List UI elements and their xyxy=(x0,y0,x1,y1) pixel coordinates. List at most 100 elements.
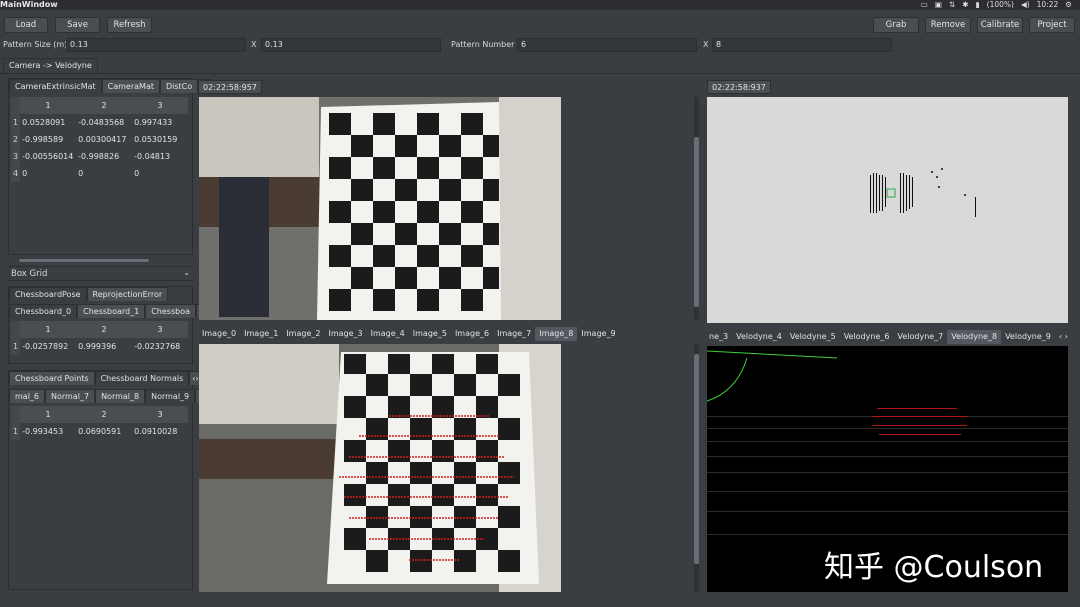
battery-icon[interactable]: ▮ xyxy=(976,0,980,10)
table-cell[interactable]: 0.0910028 xyxy=(132,423,188,440)
tab-normal-9[interactable]: Normal_9 xyxy=(145,389,196,403)
tab-image-2[interactable]: Image_2 xyxy=(282,327,324,341)
tab-camera-velodyne[interactable]: Camera -> Velodyne xyxy=(3,58,98,73)
row-header[interactable]: 4 xyxy=(11,165,21,182)
tab-reprojection-error[interactable]: ReprojectionError xyxy=(86,287,169,301)
corner-cell xyxy=(11,321,21,338)
row-header[interactable]: 1 xyxy=(11,423,21,440)
table-cell[interactable]: -0.04813 xyxy=(132,148,188,165)
tab-velodyne-6[interactable]: Velodyne_6 xyxy=(840,330,894,344)
scrollbar-thumb[interactable] xyxy=(694,354,699,564)
pattern-number-width-input[interactable]: 6 xyxy=(517,38,697,52)
save-button[interactable]: Save xyxy=(55,17,100,33)
tab-chessboard-0[interactable]: Chessboard_0 xyxy=(9,304,78,318)
table-row: 3 -0.00556014 -0.998826 -0.04813 xyxy=(11,148,188,165)
tab-normal-8[interactable]: Normal_8 xyxy=(95,389,146,403)
system-tray: ▭ ▣ ⇅ ✱ ▮ (100%) ◀) 10:22 ⚙ xyxy=(921,0,1072,10)
tab-camera-extrinsic-mat[interactable]: CameraExtrinsicMat xyxy=(9,79,102,93)
table-cell[interactable]: 0.0528091 xyxy=(20,114,76,131)
row-header[interactable]: 1 xyxy=(11,338,21,355)
table-cell[interactable]: -0.998589 xyxy=(20,131,76,148)
column-header[interactable]: 2 xyxy=(76,406,133,423)
table-cell[interactable]: 0 xyxy=(20,165,76,182)
tab-camera-mat[interactable]: CameraMat xyxy=(101,79,160,93)
table-cell[interactable]: -0.0232768 xyxy=(132,338,188,355)
camera-vertical-scrollbar[interactable] xyxy=(694,97,699,320)
column-header[interactable]: 2 xyxy=(76,321,133,338)
project-button[interactable]: Project xyxy=(1029,17,1075,33)
column-header[interactable]: 2 xyxy=(76,97,133,114)
column-header[interactable]: 1 xyxy=(20,406,77,423)
transfer-icon[interactable]: ⇅ xyxy=(949,0,955,10)
table-cell[interactable]: -0.0483568 xyxy=(76,114,132,131)
tab-image-4[interactable]: Image_4 xyxy=(367,327,409,341)
horizontal-scrollbar[interactable] xyxy=(19,259,149,262)
column-header[interactable]: 3 xyxy=(132,321,189,338)
table-cell[interactable]: -0.00556014 xyxy=(20,148,76,165)
table-cell[interactable]: 0.0530159 xyxy=(132,131,188,148)
scrollbar-thumb[interactable] xyxy=(694,137,699,307)
pattern-number-label: Pattern Number xyxy=(451,40,515,49)
table-cell[interactable]: 0 xyxy=(76,165,132,182)
tab-chessboard-2[interactable]: Chessboa xyxy=(145,304,197,318)
tab-velodyne-3[interactable]: ne_3 xyxy=(705,330,732,344)
table-cell[interactable]: 0.997433 xyxy=(132,114,188,131)
clock[interactable]: 10:22 xyxy=(1037,0,1059,10)
tab-image-3[interactable]: Image_3 xyxy=(324,327,366,341)
column-header[interactable]: 3 xyxy=(132,97,189,114)
projected-view-background xyxy=(561,344,699,592)
tab-velodyne-8[interactable]: Velodyne_8 xyxy=(947,330,1002,344)
tab-image-9[interactable]: Image_9 xyxy=(577,327,619,341)
tab-normal-7[interactable]: Normal_7 xyxy=(45,389,96,403)
column-header[interactable]: 3 xyxy=(132,406,189,423)
tab-image-1[interactable]: Image_1 xyxy=(240,327,282,341)
row-header[interactable]: 3 xyxy=(11,148,21,165)
pattern-size-width-input[interactable]: 0.13 xyxy=(66,38,246,52)
tab-normal-6[interactable]: mal_6 xyxy=(9,389,46,403)
calibrate-button[interactable]: Calibrate xyxy=(977,17,1023,33)
tab-velodyne-4[interactable]: Velodyne_4 xyxy=(732,330,786,344)
table-cell[interactable]: -0.998826 xyxy=(76,148,132,165)
camera-scene-image xyxy=(199,97,561,320)
tab-chessboard-points[interactable]: Chessboard Points xyxy=(9,371,95,385)
table-cell[interactable]: 0.0690591 xyxy=(76,423,132,440)
table-cell[interactable]: 0.999396 xyxy=(76,338,132,355)
tab-image-5[interactable]: Image_5 xyxy=(409,327,451,341)
tab-velodyne-5[interactable]: Velodyne_5 xyxy=(786,330,840,344)
table-cell[interactable]: 0.00300417 xyxy=(76,131,132,148)
column-header[interactable]: 1 xyxy=(20,321,77,338)
box-grid-dropdown[interactable]: Box Grid ⌄ xyxy=(8,266,193,281)
tab-chessboard-pose[interactable]: ChessboardPose xyxy=(9,287,87,301)
table-cell[interactable]: -0.993453 xyxy=(20,423,76,440)
tab-image-0[interactable]: Image_0 xyxy=(198,327,240,341)
tab-chessboard-1[interactable]: Chessboard_1 xyxy=(77,304,146,318)
tab-image-6[interactable]: Image_6 xyxy=(451,327,493,341)
settings-icon[interactable]: ⚙ xyxy=(1065,0,1072,10)
projected-camera-image xyxy=(199,344,561,592)
tab-velodyne-7[interactable]: Velodyne_7 xyxy=(893,330,947,344)
pattern-size-height-input[interactable]: 0.13 xyxy=(261,38,441,52)
network-icon[interactable]: ▭ xyxy=(921,0,928,10)
keyboard-icon[interactable]: ▣ xyxy=(935,0,942,10)
grab-button[interactable]: Grab xyxy=(873,17,919,33)
remove-button[interactable]: Remove xyxy=(925,17,971,33)
column-header[interactable]: 1 xyxy=(20,97,77,114)
load-button[interactable]: Load xyxy=(4,17,48,33)
volume-icon[interactable]: ◀) xyxy=(1021,0,1030,10)
bluetooth-icon[interactable]: ✱ xyxy=(962,0,968,10)
tab-image-8[interactable]: Image_8 xyxy=(535,327,578,341)
tab-scroll-arrows[interactable]: ‹ › xyxy=(1055,330,1072,344)
tab-chessboard-normals[interactable]: Chessboard Normals xyxy=(94,371,190,385)
table-cell[interactable]: 0 xyxy=(132,165,188,182)
refresh-button[interactable]: Refresh xyxy=(107,17,152,33)
projected-vertical-scrollbar[interactable] xyxy=(694,344,699,592)
row-header[interactable]: 1 xyxy=(11,114,21,131)
pattern-number-height-input[interactable]: 8 xyxy=(712,38,892,52)
tab-image-7[interactable]: Image_7 xyxy=(493,327,535,341)
tab-velodyne-9[interactable]: Velodyne_9 xyxy=(1001,330,1055,344)
table-row: 1 -0.0257892 0.999396 -0.0232768 xyxy=(11,338,188,355)
tab-dist-coeff[interactable]: DistCo xyxy=(159,79,199,93)
row-header[interactable]: 2 xyxy=(11,131,21,148)
battery-percent: (100%) xyxy=(986,0,1014,9)
table-cell[interactable]: -0.0257892 xyxy=(20,338,76,355)
